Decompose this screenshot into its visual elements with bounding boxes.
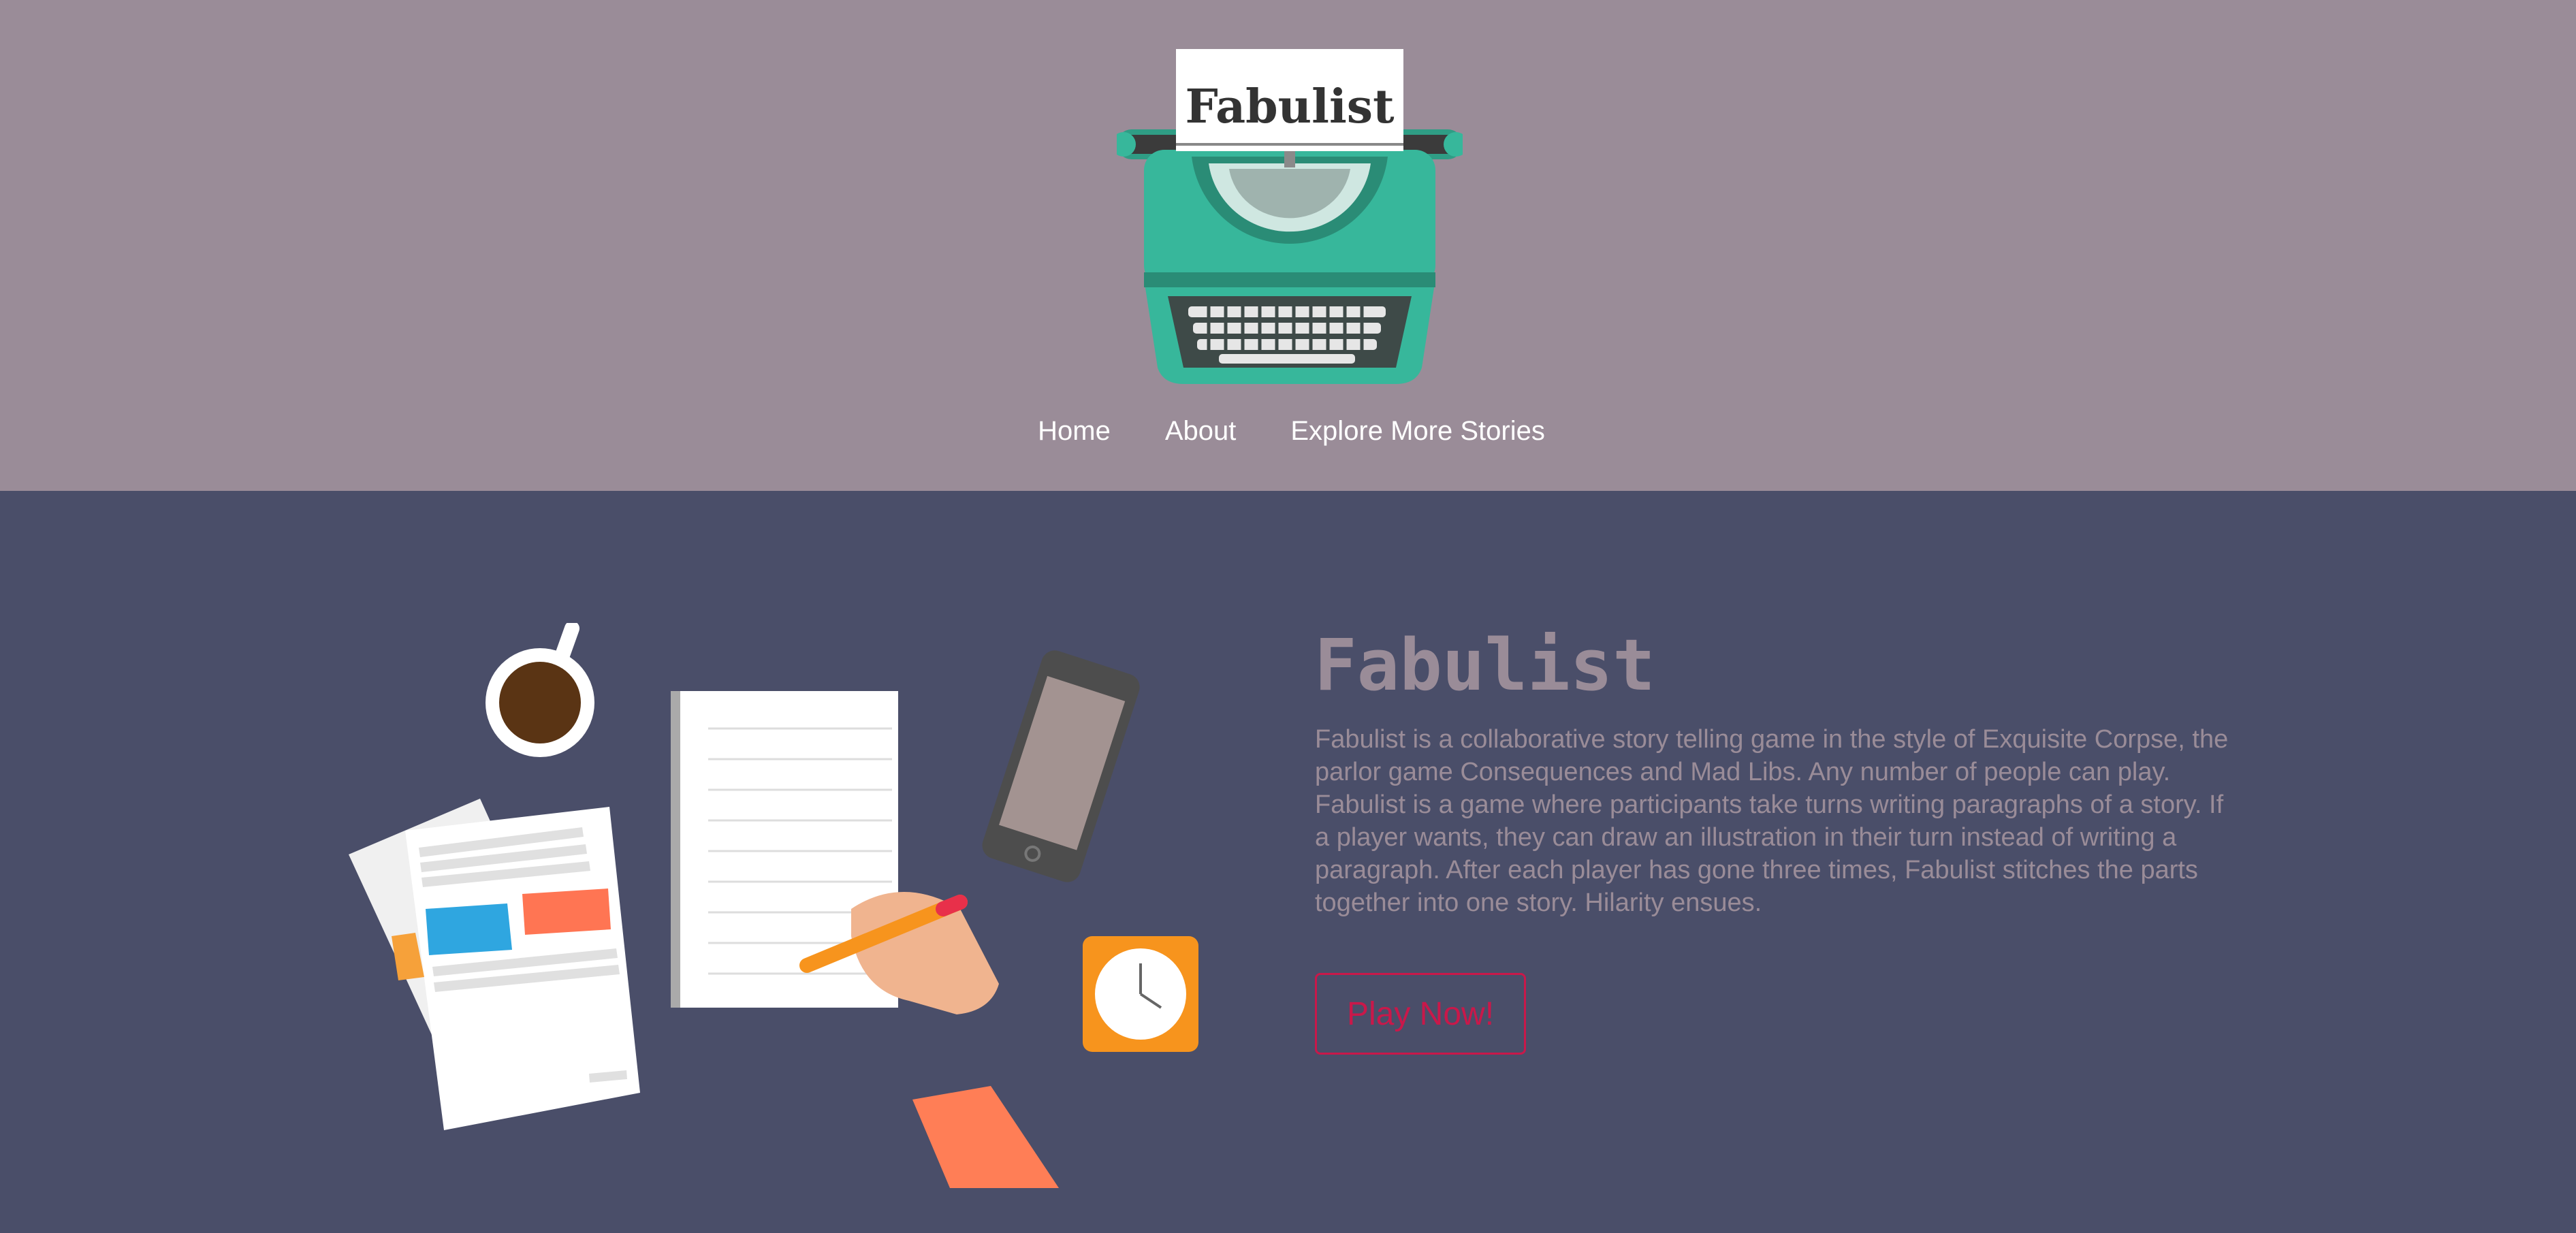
hero-title: Fabulist (1314, 624, 1655, 707)
coffee-cup-icon (486, 623, 594, 757)
play-now-button[interactable]: Play Now! (1315, 973, 1526, 1055)
typewriter-logo-icon[interactable]: Fabulist (1117, 48, 1463, 388)
nav-about-link[interactable]: About (1165, 411, 1237, 451)
documents-icon (349, 799, 640, 1130)
main-nav: Home About Explore More Stories (0, 411, 2576, 451)
desk-writing-illustration (349, 623, 1198, 1188)
nav-home-link[interactable]: Home (1038, 411, 1111, 451)
hero-description: Fabulist is a collaborative story tellin… (1315, 725, 2229, 917)
clock-icon (1083, 936, 1198, 1052)
site-header: Fabulist Home About Explore More Stories (0, 0, 2576, 491)
nav-explore-link[interactable]: Explore More Stories (1290, 411, 1544, 451)
logo-text: Fabulist (1186, 80, 1395, 134)
smartphone-icon (982, 650, 1140, 882)
